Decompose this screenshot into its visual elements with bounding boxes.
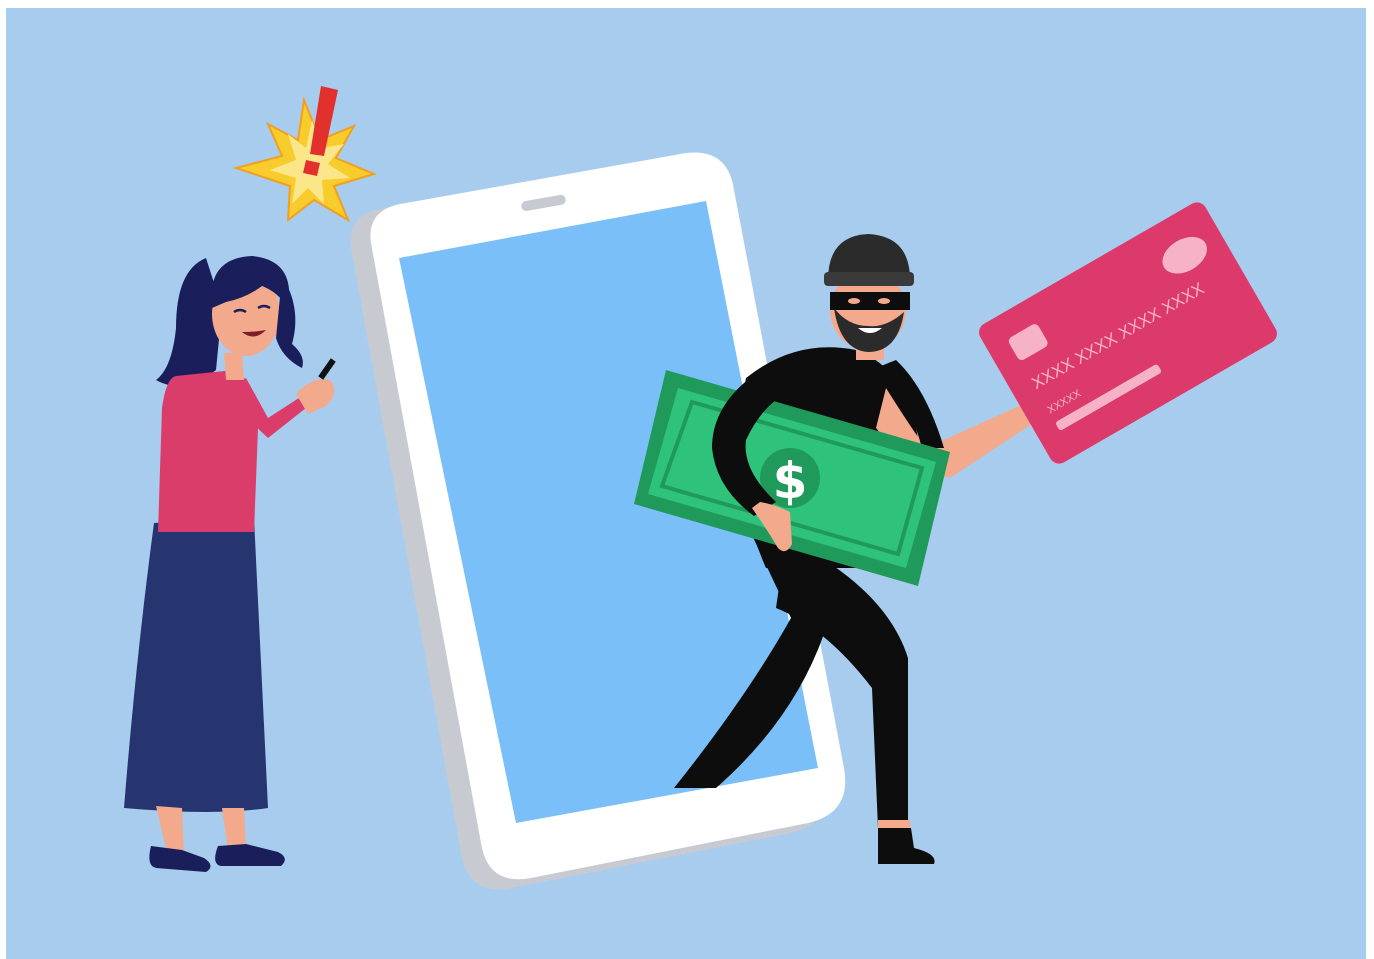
thief-eye-right (878, 298, 890, 304)
illustration-canvas: $ XXXX XXXX XXXX XXXX XXXXX (6, 8, 1366, 959)
thief-eye-mask (830, 292, 910, 310)
thief-eye-left (848, 298, 860, 304)
image-frame: $ XXXX XXXX XXXX XXXX XXXXX (0, 0, 1374, 959)
banknote-dollar-sign: $ (773, 452, 808, 510)
thief-ankle (878, 820, 910, 828)
thief-beanie-band (824, 272, 914, 286)
woman-neck (224, 353, 244, 380)
phishing-scam-illustration: $ XXXX XXXX XXXX XXXX XXXXX (6, 8, 1366, 959)
